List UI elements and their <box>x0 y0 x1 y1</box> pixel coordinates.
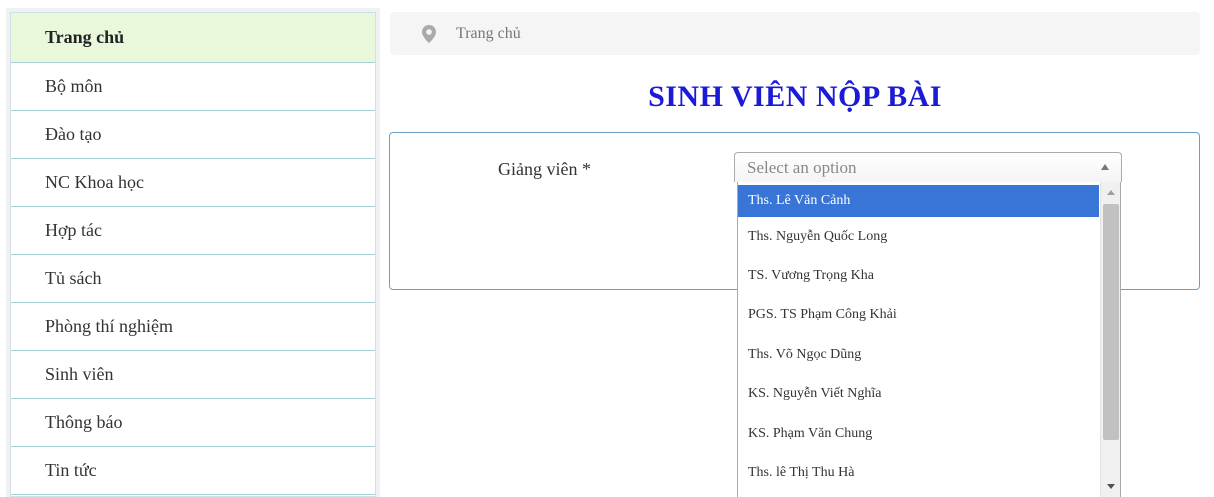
dropdown-option[interactable]: Ths. Lê Văn Cảnh <box>738 185 1099 217</box>
scrollbar-thumb[interactable] <box>1103 204 1119 440</box>
sidebar-item-home[interactable]: Trang chủ <box>11 13 375 63</box>
dropdown-scrollbar[interactable] <box>1100 182 1120 497</box>
dropdown-option[interactable]: KS. Phạm Văn Chung <box>738 414 1099 453</box>
sidebar-item-bookshelf[interactable]: Tủ sách <box>11 255 375 303</box>
lecturer-select-placeholder: Select an option <box>747 157 857 177</box>
sidebar-item-training[interactable]: Đào tạo <box>11 111 375 159</box>
sidebar-item-research[interactable]: NC Khoa học <box>11 159 375 207</box>
sidebar-item-announcements[interactable]: Thông báo <box>11 399 375 447</box>
sidebar-item-news[interactable]: Tin tức <box>11 447 375 495</box>
sidebar-item-cooperation[interactable]: Hợp tác <box>11 207 375 255</box>
page-title: SINH VIÊN NỘP BÀI <box>648 80 942 113</box>
sidebar-item-laboratory[interactable]: Phòng thí nghiệm <box>11 303 375 351</box>
dropdown-option[interactable]: Ths. Nguyễn Quốc Long <box>738 217 1099 256</box>
lecturer-label: Giảng viên * <box>498 159 591 179</box>
sidebar-menu: Trang chủ Bộ môn Đào tạo NC Khoa học Hợp… <box>10 12 376 497</box>
sidebar-item-students[interactable]: Sinh viên <box>11 351 375 399</box>
chevron-up-icon <box>1101 164 1109 170</box>
breadcrumb-home-link[interactable]: Trang chủ <box>456 25 521 43</box>
scroll-down-arrow-icon[interactable] <box>1107 484 1115 489</box>
dropdown-option[interactable]: TS. Vương Trọng Kha <box>738 256 1099 295</box>
sidebar-item-departments[interactable]: Bộ môn <box>11 63 375 111</box>
breadcrumb: Trang chủ <box>390 12 1200 55</box>
map-pin-icon <box>422 24 436 43</box>
scroll-up-arrow-icon[interactable] <box>1107 190 1115 195</box>
dropdown-option[interactable]: PGS. TS Phạm Công Khải <box>738 296 1099 335</box>
dropdown-option[interactable]: KS. Nguyễn Viết Nghĩa <box>738 375 1099 414</box>
lecturer-select[interactable]: Select an option <box>734 152 1122 182</box>
dropdown-option[interactable]: Ths. Võ Ngọc Dũng <box>738 335 1099 374</box>
dropdown-option[interactable]: Ths. lê Thị Thu Hà <box>738 453 1099 492</box>
lecturer-dropdown-list: Ths. Lê Văn Cảnh Ths. Nguyễn Quốc Long T… <box>737 182 1121 497</box>
